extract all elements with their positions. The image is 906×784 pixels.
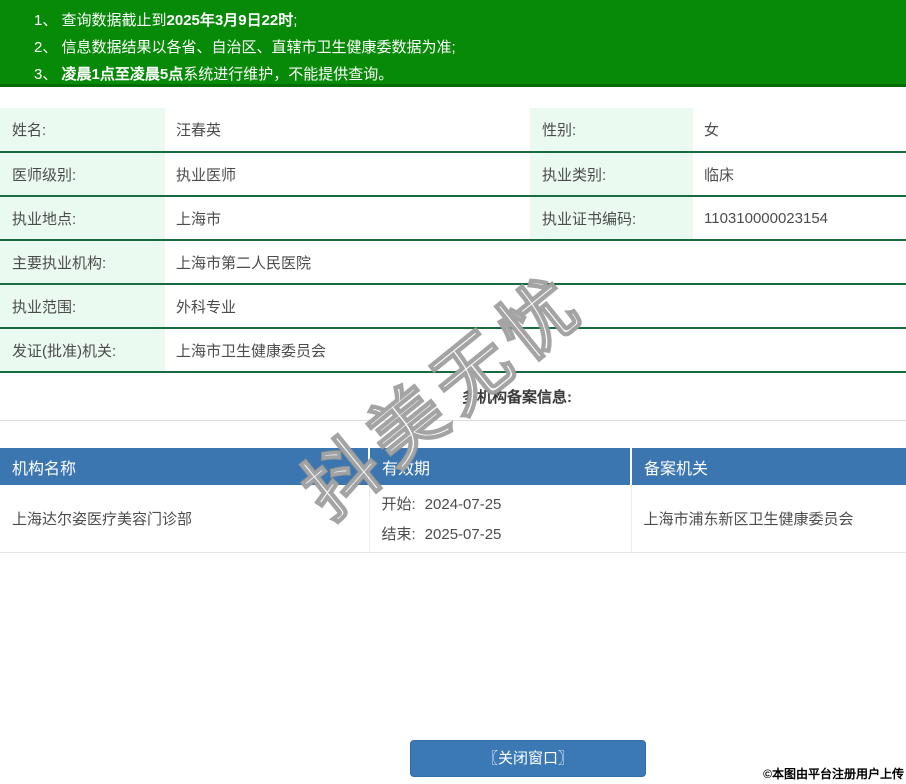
field-label-scope: 执业范围: <box>0 284 165 329</box>
field-value-name: 汪春英 <box>165 108 530 153</box>
notice-text: 2、 信息数据结果以各省、自治区、直辖市卫生健康委数据为准; <box>34 39 456 56</box>
filing-col-authority: 备案机关 <box>631 448 906 485</box>
field-value-issuer: 上海市卫生健康委员会 <box>165 328 906 373</box>
filing-table-header-row: 机构名称 有效期 备案机关 <box>0 448 906 485</box>
practitioner-info-table: 姓名: 汪春英 性别: 女 医师级别: 执业医师 执业类别: 临床 执业地点: … <box>0 108 906 373</box>
notice-text: ; <box>293 12 298 29</box>
notice-bold-text: 凌晨1点至凌晨5点 <box>61 66 184 83</box>
notice-text: 1、 查询数据截止到 <box>34 12 167 29</box>
notice-line-2: 2、 信息数据结果以各省、自治区、直辖市卫生健康委数据为准; <box>34 34 896 61</box>
field-value-cert-no: 110310000023154 <box>693 196 906 241</box>
field-label-gender: 性别: <box>530 108 693 153</box>
filing-org-name: 上海达尔姿医疗美容门诊部 <box>0 485 370 553</box>
table-row: 执业范围: 外科专业 <box>0 284 906 329</box>
filing-table-row: 上海达尔姿医疗美容门诊部 开始: 2024-07-25 结束: 2025-07-25… <box>0 485 906 553</box>
query-result-page: 1、 查询数据截止到2025年3月9日22时; 2、 信息数据结果以各省、自治区… <box>0 0 906 784</box>
table-row: 主要执业机构: 上海市第二人民医院 <box>0 240 906 285</box>
field-label-cert-no: 执业证书编码: <box>530 196 693 241</box>
table-row: 执业地点: 上海市 执业证书编码: 110310000023154 <box>0 196 906 241</box>
filing-col-org: 机构名称 <box>0 448 370 485</box>
field-label-name: 姓名: <box>0 108 165 153</box>
filing-section-title: 多机构备案信息: <box>462 389 572 406</box>
notice-banner: 1、 查询数据截止到2025年3月9日22时; 2、 信息数据结果以各省、自治区… <box>0 0 906 87</box>
validity-start-label: 开始: <box>381 496 416 513</box>
validity-end-label: 结束: <box>381 526 416 543</box>
close-window-button[interactable]: 〖关闭窗口〗 <box>410 740 646 777</box>
notice-text: 3、 <box>34 66 62 83</box>
validity-start-date: 2024-07-25 <box>424 496 502 513</box>
field-value-main-org: 上海市第二人民医院 <box>165 240 906 285</box>
field-label-category: 执业类别: <box>530 152 693 197</box>
upload-copyright-note: ©本图由平台注册用户上传 <box>763 767 904 781</box>
table-row: 医师级别: 执业医师 执业类别: 临床 <box>0 152 906 197</box>
table-row: 姓名: 汪春英 性别: 女 <box>0 108 906 153</box>
validity-period: 开始: 2024-07-25 结束: 2025-07-25 <box>382 485 631 552</box>
field-value-level: 执业医师 <box>165 152 530 197</box>
field-value-gender: 女 <box>693 108 906 153</box>
validity-end-date: 2025-07-25 <box>424 526 502 543</box>
filing-table: 机构名称 有效期 备案机关 上海达尔姿医疗美容门诊部 开始: 2024-07-25… <box>0 448 906 553</box>
field-value-scope: 外科专业 <box>165 284 906 329</box>
field-label-level: 医师级别: <box>0 152 165 197</box>
field-label-location: 执业地点: <box>0 196 165 241</box>
notice-text: 系统进行维护，不能提供查询。 <box>183 66 394 83</box>
field-label-issuer: 发证(批准)机关: <box>0 328 165 373</box>
notice-line-1: 1、 查询数据截止到2025年3月9日22时; <box>34 7 896 34</box>
notice-bold-text: 2025年3月9日22时 <box>166 12 294 29</box>
field-value-location: 上海市 <box>165 196 530 241</box>
field-value-category: 临床 <box>693 152 906 197</box>
table-row: 发证(批准)机关: 上海市卫生健康委员会 <box>0 328 906 373</box>
validity-end: 结束: 2025-07-25 <box>382 523 631 544</box>
validity-start: 开始: 2024-07-25 <box>382 493 631 514</box>
notice-line-3: 3、 凌晨1点至凌晨5点系统进行维护，不能提供查询。 <box>34 61 896 88</box>
filing-authority: 上海市浦东新区卫生健康委员会 <box>631 485 906 553</box>
filing-col-validity: 有效期 <box>369 448 632 485</box>
field-label-main-org: 主要执业机构: <box>0 240 165 285</box>
filing-validity: 开始: 2024-07-25 结束: 2025-07-25 <box>369 485 632 553</box>
filing-section-header: 多机构备案信息: <box>0 373 906 421</box>
